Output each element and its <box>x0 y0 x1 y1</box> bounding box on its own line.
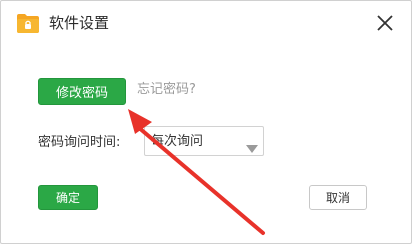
password-prompt-interval-select[interactable]: 每次询问 <box>144 126 264 156</box>
cancel-button[interactable]: 取消 <box>309 185 367 210</box>
folder-lock-icon <box>16 13 40 34</box>
dialog-title: 软件设置 <box>49 14 110 32</box>
settings-dialog: 软件设置 修改密码 忘记密码? 密码询问时间: 每次询问 确定 取消 <box>0 0 412 244</box>
change-password-button[interactable]: 修改密码 <box>38 78 126 105</box>
title-bar: 软件设置 <box>1 1 411 45</box>
close-icon[interactable] <box>373 11 397 35</box>
ok-button[interactable]: 确定 <box>38 185 98 210</box>
password-prompt-interval-label: 密码询问时间: <box>38 135 121 150</box>
chevron-down-icon <box>246 138 258 153</box>
forgot-password-link[interactable]: 忘记密码? <box>137 81 196 99</box>
select-value: 每次询问 <box>151 134 204 149</box>
